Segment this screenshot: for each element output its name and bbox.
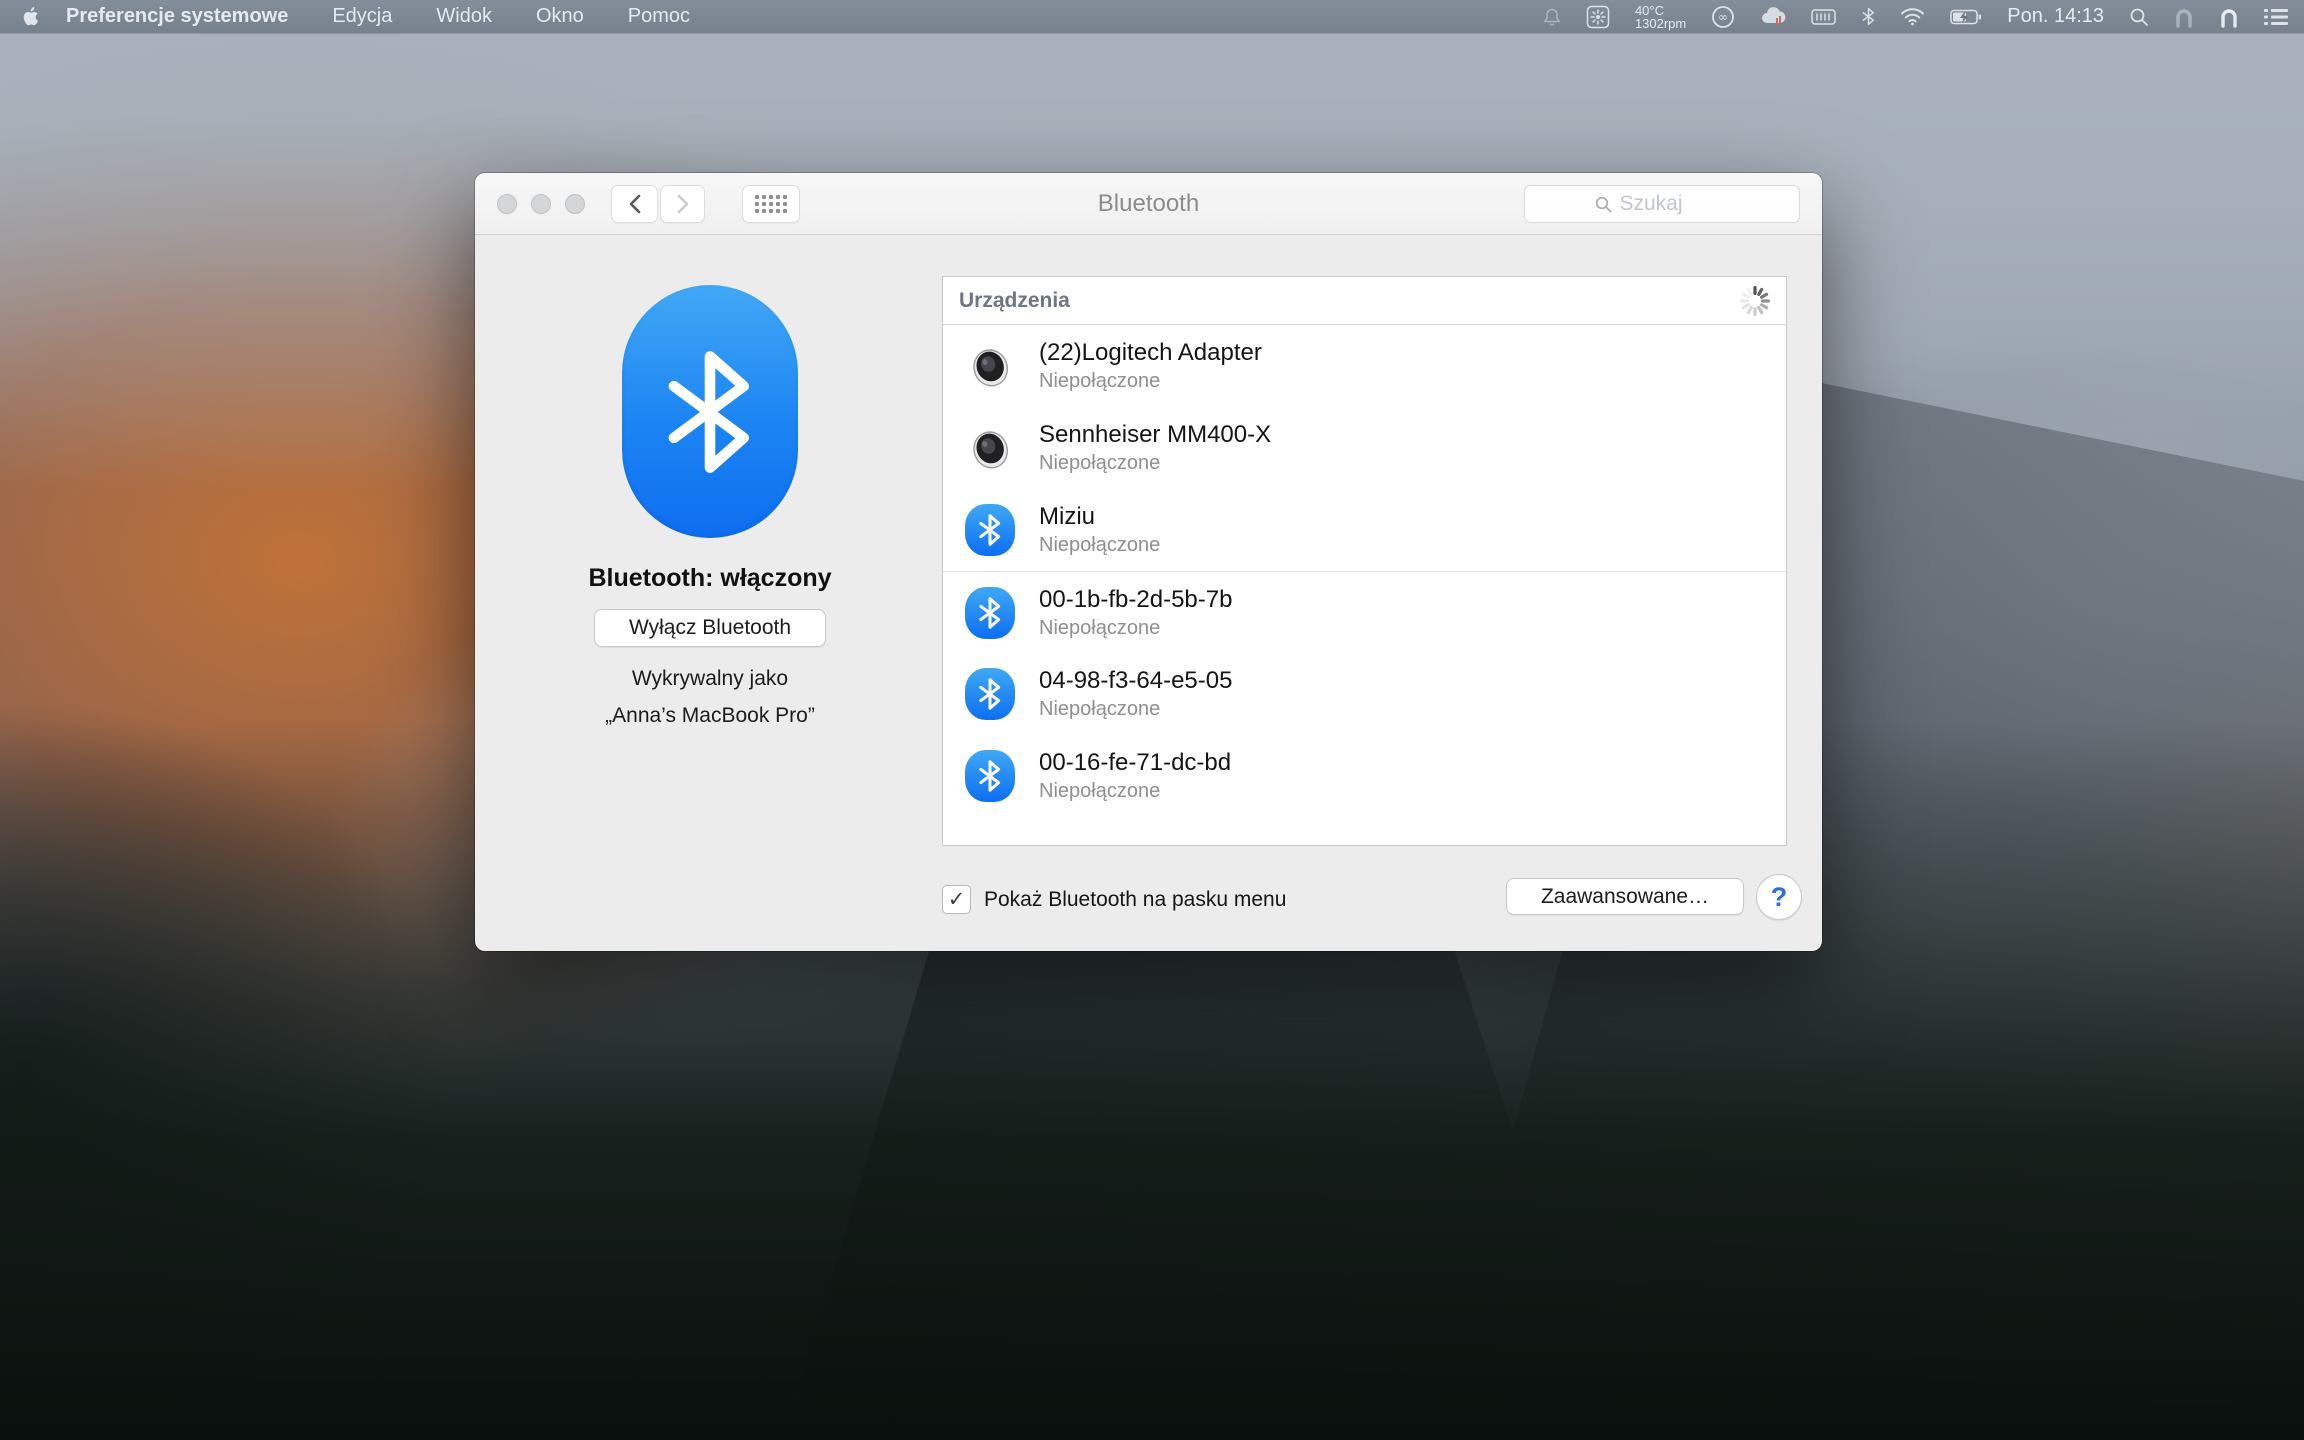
device-status: Niepołączone	[1039, 780, 1231, 803]
bluetooth-menu-icon[interactable]	[1862, 7, 1875, 26]
minimize-button[interactable]	[531, 194, 551, 214]
computer-name-label: „Anna’s MacBook Pro”	[510, 704, 910, 728]
battery-widget-icon[interactable]	[1811, 8, 1837, 26]
show-bluetooth-in-menubar-label[interactable]: Pokaż Bluetooth na pasku menu	[984, 885, 1286, 914]
devices-panel-header: Urządzenia	[943, 277, 1786, 325]
vpn-tunnel-icon-active[interactable]	[2219, 6, 2239, 28]
menu-item-widok[interactable]: Widok	[414, 0, 514, 33]
device-name: 00-1b-fb-2d-5b-7b	[1039, 586, 1232, 614]
device-row[interactable]: 00-16-fe-71-dc-bd Niepołączone	[943, 735, 1786, 817]
show-all-grid-icon	[755, 195, 787, 213]
vpn-tunnel-icon-inactive[interactable]	[2174, 6, 2194, 28]
device-row[interactable]: Miziu Niepołączone	[943, 489, 1786, 571]
bluetooth-icon	[963, 749, 1017, 803]
menu-item-pomoc[interactable]: Pomoc	[606, 0, 712, 33]
bluetooth-icon	[963, 503, 1017, 557]
temperature-readout[interactable]: 40°C 1302rpm	[1635, 4, 1686, 30]
bluetooth-status-text: Bluetooth: włączony	[510, 564, 910, 593]
cpu-temperature: 40°C	[1635, 4, 1664, 17]
device-status: Niepołączone	[1039, 534, 1160, 557]
cloud-sync-icon[interactable]	[1760, 6, 1786, 28]
close-button[interactable]	[497, 194, 517, 214]
device-name: Sennheiser MM400-X	[1039, 421, 1271, 449]
svg-text:∞: ∞	[1718, 10, 1728, 24]
help-button[interactable]: ?	[1756, 874, 1802, 920]
device-row[interactable]: Sennheiser MM400-X Niepołączone	[943, 407, 1786, 489]
device-name: Miziu	[1039, 503, 1160, 531]
device-row[interactable]: 00-1b-fb-2d-5b-7b Niepołączone	[943, 571, 1786, 653]
device-list: (22)Logitech AdapterNiepołączoneSennheis…	[943, 325, 1786, 817]
menu-item-okno[interactable]: Okno	[514, 0, 606, 33]
device-name: (22)Logitech Adapter	[1039, 339, 1262, 367]
menu-clock[interactable]: Pon. 14:13	[2007, 5, 2104, 28]
speaker-icon	[963, 421, 1017, 475]
spotlight-search-icon[interactable]	[2129, 7, 2149, 27]
devices-panel: Urządzenia (22)Logitech Ada	[942, 276, 1787, 846]
show-all-button[interactable]	[742, 185, 800, 223]
fan-monitor-icon[interactable]	[1586, 5, 1610, 29]
bluetooth-icon	[963, 586, 1017, 640]
discoverable-as-label: Wykrywalny jako	[510, 667, 910, 691]
forward-button[interactable]	[660, 185, 705, 223]
device-status: Niepołączone	[1039, 617, 1232, 640]
speaker-icon	[963, 339, 1017, 393]
back-button[interactable]	[611, 185, 658, 223]
device-name: 00-16-fe-71-dc-bd	[1039, 749, 1231, 777]
turn-off-bluetooth-button[interactable]: Wyłącz Bluetooth	[594, 609, 826, 647]
device-status: Niepołączone	[1039, 370, 1262, 393]
battery-charging-icon[interactable]	[1950, 8, 1982, 26]
advanced-button[interactable]: Zaawansowane…	[1506, 878, 1744, 915]
show-bluetooth-in-menubar-checkbox[interactable]: ✓	[942, 885, 971, 914]
bluetooth-icon	[963, 667, 1017, 721]
fan-rpm: 1302rpm	[1635, 17, 1686, 30]
device-status: Niepołączone	[1039, 698, 1232, 721]
device-row[interactable]: (22)Logitech Adapter Niepołączone	[943, 325, 1786, 407]
apple-menu-icon[interactable]	[0, 6, 60, 27]
search-field[interactable]	[1524, 185, 1800, 223]
search-icon	[1595, 196, 1612, 213]
notification-bell-icon[interactable]	[1543, 7, 1561, 27]
device-status: Niepołączone	[1039, 452, 1271, 475]
task-list-icon[interactable]	[2264, 8, 2288, 26]
search-input[interactable]	[1620, 192, 1730, 216]
devices-header-label: Urządzenia	[959, 289, 1070, 313]
wifi-icon[interactable]	[1900, 7, 1925, 26]
bluetooth-app-icon	[622, 285, 798, 538]
device-name: 04-98-f3-64-e5-05	[1039, 667, 1232, 695]
device-row[interactable]: 04-98-f3-64-e5-05 Niepołączone	[943, 653, 1786, 735]
zoom-button[interactable]	[565, 194, 585, 214]
creative-cloud-icon[interactable]: ∞	[1711, 5, 1735, 29]
menu-bar: Preferencje systemowe Edycja Widok Okno …	[0, 0, 2304, 33]
menu-item-app[interactable]: Preferencje systemowe	[60, 0, 310, 33]
bluetooth-preferences-window: Bluetooth Bluetooth: włączony Wyłącz Blu…	[475, 173, 1822, 951]
scanning-spinner-icon	[1738, 284, 1772, 318]
menu-item-edycja[interactable]: Edycja	[310, 0, 414, 33]
